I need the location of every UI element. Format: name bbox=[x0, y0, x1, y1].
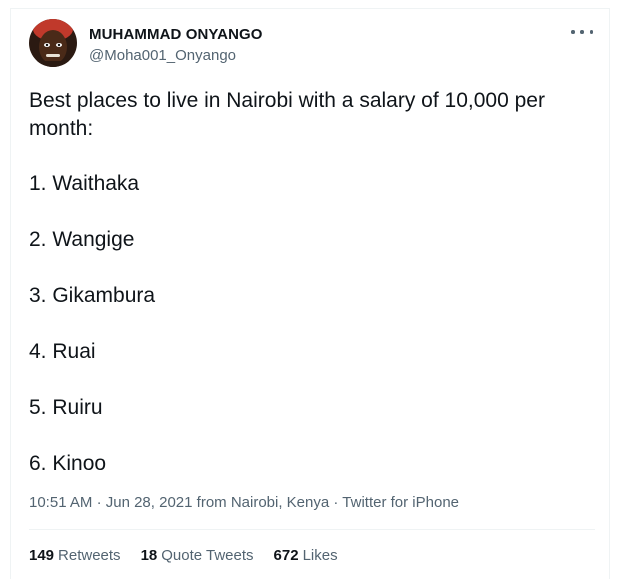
author-handle[interactable]: @Moha001_Onyango bbox=[89, 47, 236, 64]
tweet-source[interactable]: Twitter for iPhone bbox=[342, 494, 459, 511]
avatar[interactable] bbox=[29, 19, 77, 67]
tweet-location: from Nairobi, Kenya bbox=[196, 494, 330, 511]
tweet-meta: 10:51 AM · Jun 28, 2021 from Nairobi, Ke… bbox=[29, 494, 459, 511]
tweet-date[interactable]: Jun 28, 2021 bbox=[106, 494, 193, 511]
divider bbox=[29, 529, 595, 530]
author-name[interactable]: MUHAMMAD ONYANGO bbox=[89, 26, 263, 43]
list-item: 4. Ruai bbox=[29, 340, 96, 363]
list-item: 3. Gikambura bbox=[29, 284, 156, 307]
tweet-time[interactable]: 10:51 AM bbox=[29, 494, 92, 511]
more-dot bbox=[589, 30, 593, 34]
quotes-label: Quote Tweets bbox=[161, 547, 254, 564]
list-item: 1. Waithaka bbox=[29, 172, 140, 195]
likes-stat[interactable]: 672 Likes bbox=[274, 547, 338, 564]
retweets-stat[interactable]: 149 Retweets bbox=[29, 547, 121, 564]
likes-label: Likes bbox=[302, 547, 338, 564]
tweet-card: MUHAMMAD ONYANGO @Moha001_Onyango Best p… bbox=[10, 8, 610, 579]
retweets-count: 149 bbox=[29, 547, 55, 564]
tweet-stats: 149 Retweets 18 Quote Tweets 672 Likes bbox=[29, 547, 338, 564]
more-icon[interactable] bbox=[571, 23, 593, 41]
tweet-text: Best places to live in Nairobi with a sa… bbox=[29, 89, 545, 140]
meta-separator: · bbox=[96, 494, 102, 511]
retweets-label: Retweets bbox=[58, 547, 121, 564]
likes-count: 672 bbox=[273, 547, 299, 564]
more-dot bbox=[580, 30, 584, 34]
meta-separator: · bbox=[333, 494, 339, 511]
list-item: 6. Kinoo bbox=[29, 452, 107, 475]
avatar-image bbox=[29, 19, 77, 67]
list-item: 2. Wangige bbox=[29, 228, 135, 251]
list-item: 5. Ruiru bbox=[29, 396, 103, 419]
quotes-stat[interactable]: 18 Quote Tweets bbox=[141, 547, 254, 564]
quotes-count: 18 bbox=[140, 547, 158, 564]
more-dot bbox=[571, 30, 575, 34]
